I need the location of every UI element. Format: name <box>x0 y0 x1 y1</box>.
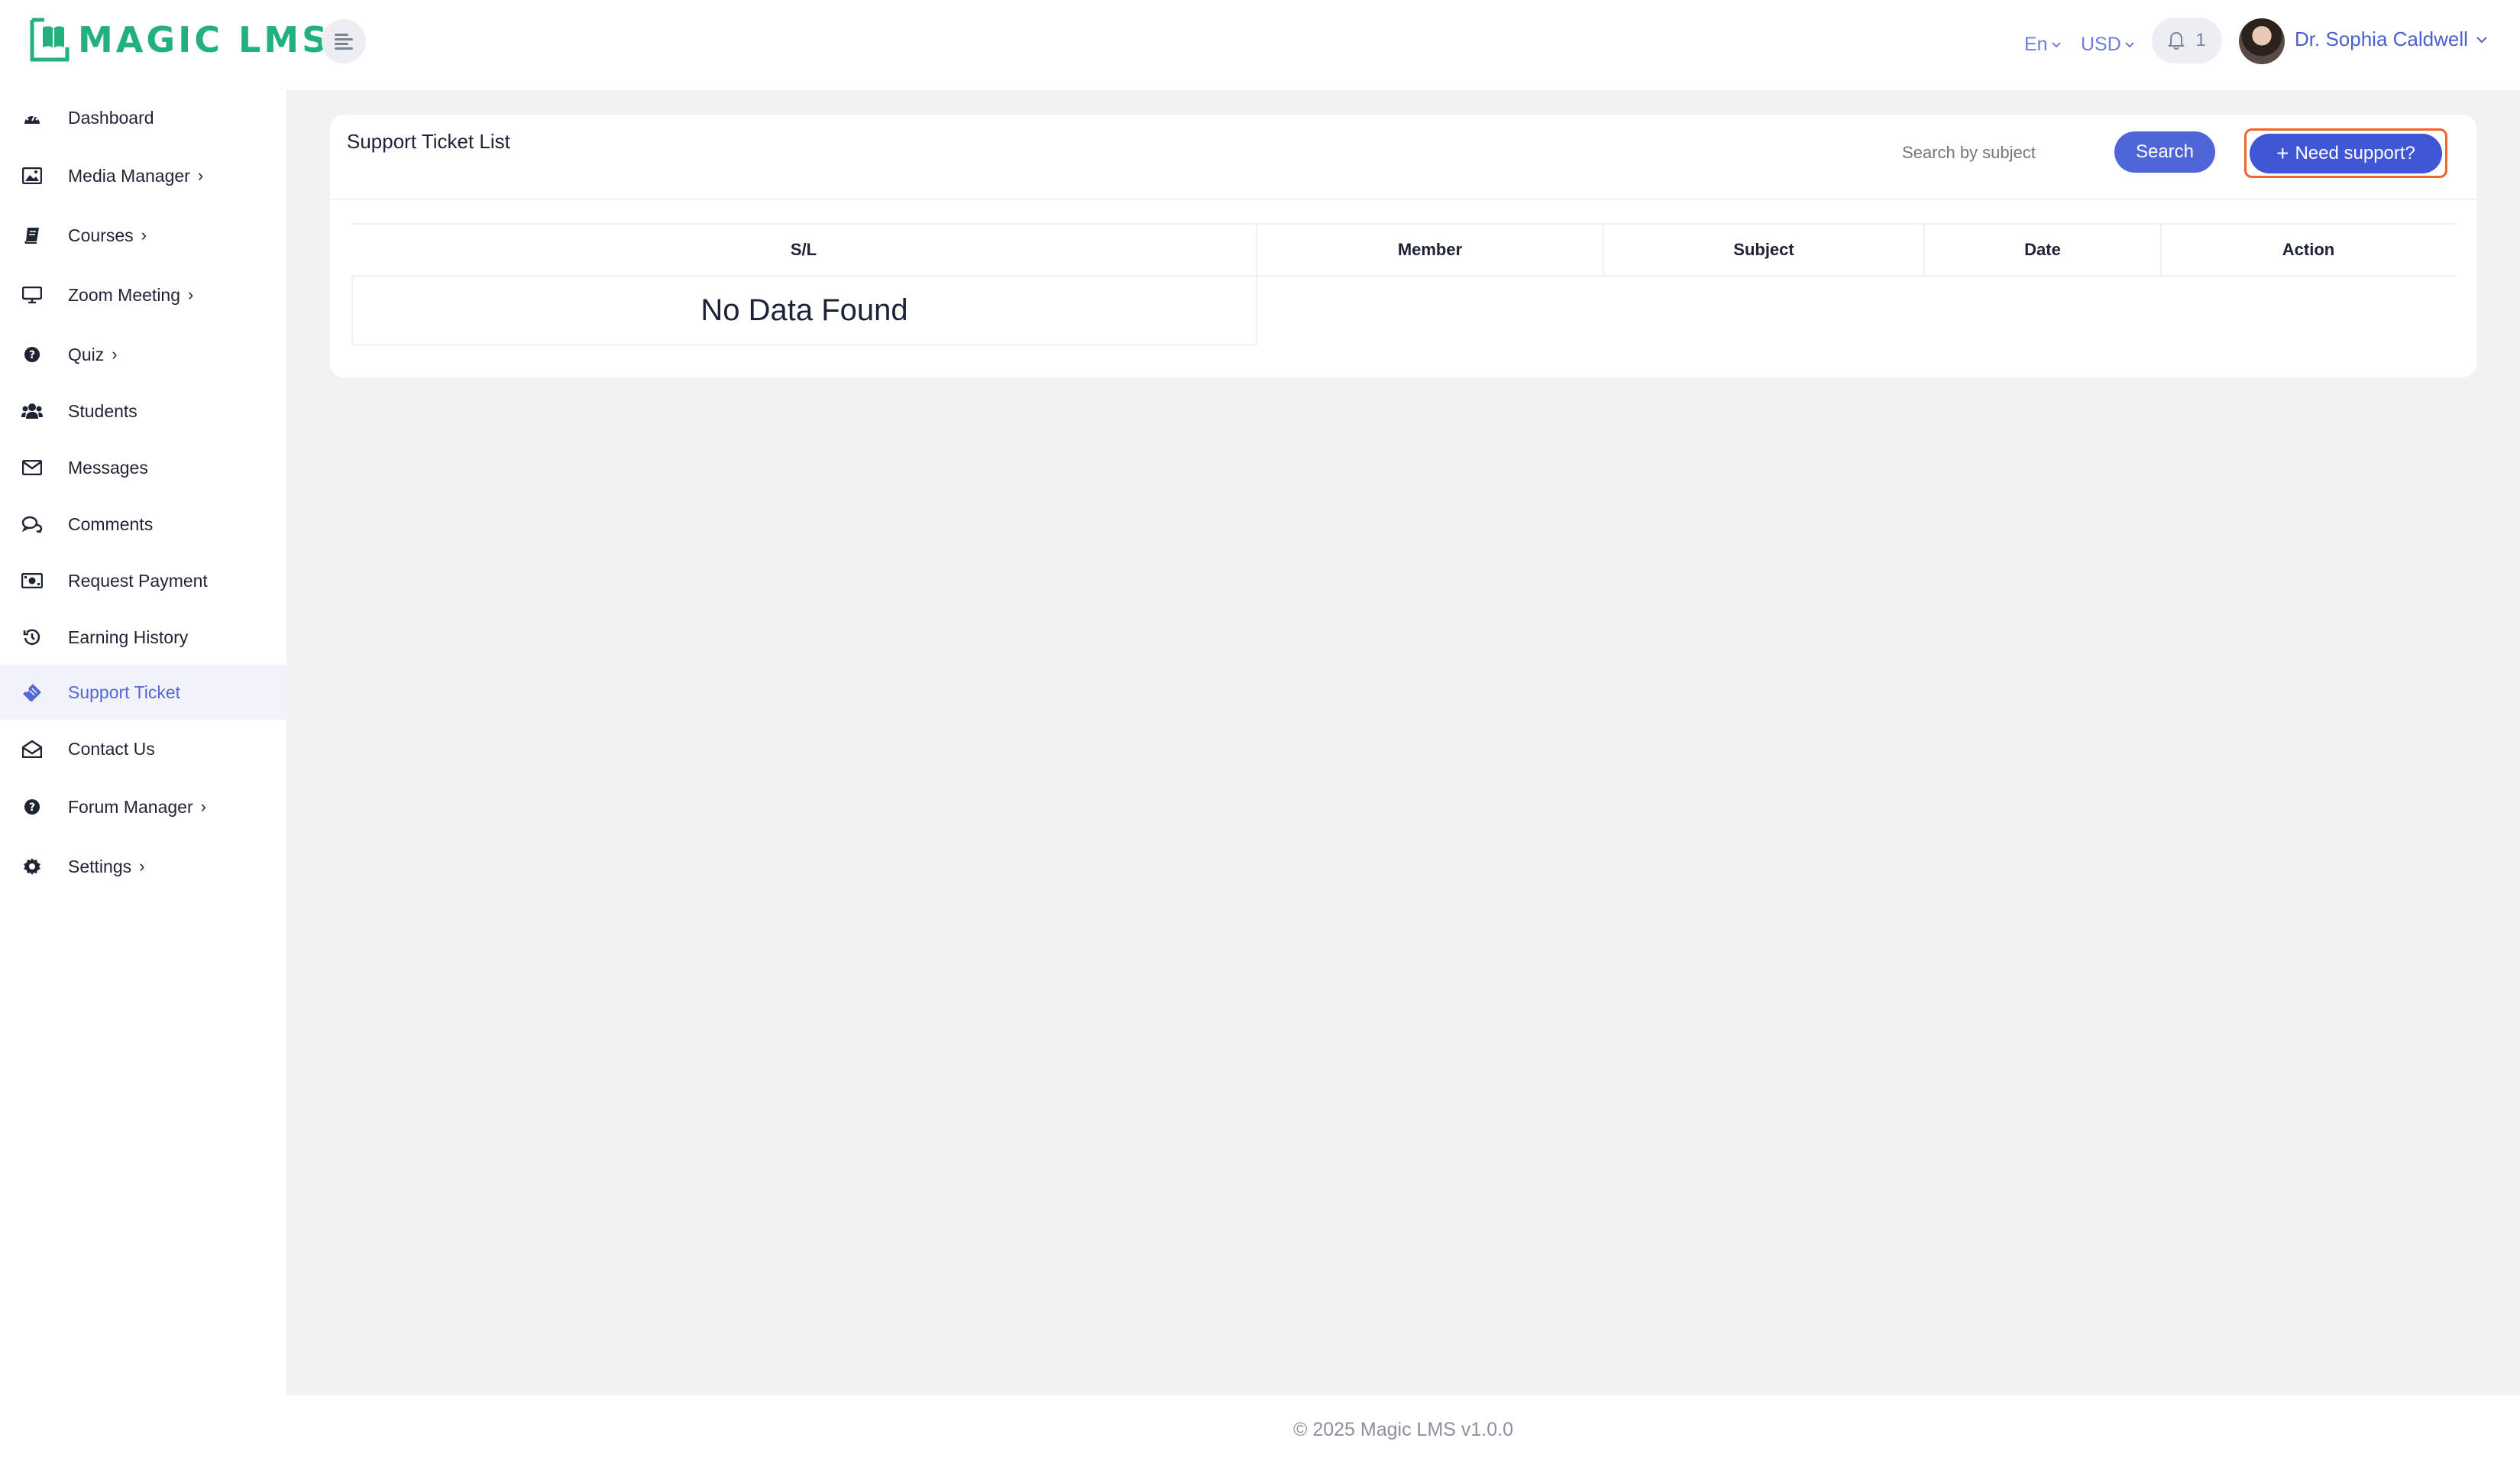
sidebar-item-quiz[interactable]: ? Quiz › <box>0 327 286 382</box>
sidebar-item-earning-history[interactable]: Earning History <box>0 610 286 665</box>
sidebar-item-media-manager[interactable]: Media Manager › <box>0 148 286 203</box>
envelope-icon <box>21 457 43 478</box>
user-name: Dr. Sophia Caldwell <box>2295 28 2468 50</box>
empty-state-message: No Data Found <box>351 277 1257 345</box>
question-icon: ? <box>21 344 43 365</box>
column-header-member[interactable]: Member <box>1257 225 1604 275</box>
sidebar-item-label: Contact Us <box>68 738 155 759</box>
table-header: S/L Member Subject Date Action <box>351 223 2455 277</box>
sidebar-item-label: Media Manager <box>68 165 190 186</box>
sidebar-item-label: Support Ticket <box>68 682 181 702</box>
svg-text:?: ? <box>29 802 35 814</box>
table-row: No Data Found <box>351 277 2455 345</box>
sidebar-item-request-payment[interactable]: Request Payment <box>0 553 286 608</box>
language-value: En <box>2024 34 2048 55</box>
chevron-right-icon: › <box>200 797 206 816</box>
envelope-open-icon <box>21 738 43 760</box>
language-selector[interactable]: En <box>2024 34 2062 56</box>
chevron-down-icon <box>2051 41 2061 47</box>
sidebar-item-forum-manager[interactable]: ? Forum Manager › <box>0 779 286 834</box>
bell-icon <box>2168 31 2185 50</box>
user-menu[interactable]: Dr. Sophia Caldwell <box>2295 28 2488 51</box>
page-title: Support Ticket List <box>347 130 510 153</box>
history-icon <box>21 627 43 648</box>
plus-icon: + <box>2276 141 2289 165</box>
footer: © 2025 Magic LMS v1.0.0 <box>286 1395 2520 1464</box>
comments-icon <box>21 513 43 535</box>
need-support-button[interactable]: + Need support? <box>2250 133 2442 173</box>
question-icon: ? <box>21 796 43 818</box>
search-input[interactable] <box>1902 134 2055 171</box>
money-icon <box>21 570 43 591</box>
search-button[interactable]: Search <box>2114 131 2215 173</box>
sidebar-item-label: Forum Manager <box>68 796 193 817</box>
dashboard-icon <box>21 107 43 128</box>
sidebar-item-settings[interactable]: Settings › <box>0 839 286 894</box>
sidebar-item-label: Request Payment <box>68 570 208 591</box>
currency-value: USD <box>2081 34 2121 55</box>
divider <box>330 199 2476 200</box>
footer-text: © 2025 Magic LMS v1.0.0 <box>1292 1418 1513 1440</box>
align-left-icon <box>335 34 353 50</box>
sidebar-item-label: Comments <box>68 513 154 534</box>
column-header-action[interactable]: Action <box>2162 225 2455 275</box>
chevron-right-icon: › <box>197 166 204 185</box>
sidebar: Dashboard Media Manager › Courses › Zoom M… <box>0 90 286 1464</box>
sidebar-item-label: Dashboard <box>68 107 154 128</box>
sidebar-item-contact-us[interactable]: Contact Us <box>0 721 286 776</box>
sidebar-item-label: Students <box>68 400 137 421</box>
column-header-date[interactable]: Date <box>1925 225 2162 275</box>
users-icon <box>21 400 43 422</box>
need-support-label: Need support? <box>2295 142 2415 164</box>
column-header-subject[interactable]: Subject <box>1604 225 1925 275</box>
sidebar-item-dashboard[interactable]: Dashboard <box>0 90 286 145</box>
menu-toggle-button[interactable] <box>322 19 366 63</box>
notification-count: 1 <box>2195 30 2206 50</box>
image-icon <box>21 165 43 186</box>
avatar[interactable] <box>2239 18 2285 64</box>
monitor-icon <box>21 284 43 306</box>
brand-logo[interactable]: MAGIC LMS <box>27 17 330 63</box>
gear-icon <box>21 856 43 877</box>
ticket-icon <box>21 682 43 703</box>
top-bar: MAGIC LMS En USD 1 Dr. Sophia Caldwell <box>0 0 2520 90</box>
sidebar-item-support-ticket[interactable]: Support Ticket <box>0 665 286 720</box>
sidebar-item-students[interactable]: Students <box>0 384 286 439</box>
sidebar-item-comments[interactable]: Comments <box>0 497 286 552</box>
svg-text:?: ? <box>29 349 35 361</box>
sidebar-item-label: Earning History <box>68 627 189 647</box>
sidebar-item-label: Messages <box>68 457 148 478</box>
column-header-sl[interactable]: S/L <box>351 225 1257 275</box>
chevron-right-icon: › <box>141 225 147 245</box>
chevron-down-icon <box>2476 36 2487 43</box>
sidebar-item-label: Zoom Meeting <box>68 284 181 305</box>
chevron-right-icon: › <box>139 857 145 876</box>
brand-name: MAGIC LMS <box>78 19 331 60</box>
chevron-right-icon: › <box>112 345 118 364</box>
currency-selector[interactable]: USD <box>2081 34 2135 56</box>
sidebar-item-messages[interactable]: Messages <box>0 440 286 495</box>
chevron-right-icon: › <box>188 285 194 304</box>
support-ticket-table: S/L Member Subject Date Action No Data F… <box>351 223 2455 345</box>
sidebar-item-zoom-meeting[interactable]: Zoom Meeting › <box>0 267 286 322</box>
sidebar-item-label: Settings <box>68 856 132 876</box>
logo-icon <box>30 18 70 62</box>
sidebar-item-courses[interactable]: Courses › <box>0 208 286 263</box>
chevron-down-icon <box>2125 41 2134 47</box>
notifications-button[interactable]: 1 <box>2152 18 2222 63</box>
book-icon <box>21 225 43 246</box>
sidebar-item-label: Courses <box>68 225 134 245</box>
need-support-highlight: + Need support? <box>2244 128 2447 178</box>
support-ticket-card: Support Ticket List Search + Need suppor… <box>330 115 2476 377</box>
sidebar-item-label: Quiz <box>68 344 105 364</box>
